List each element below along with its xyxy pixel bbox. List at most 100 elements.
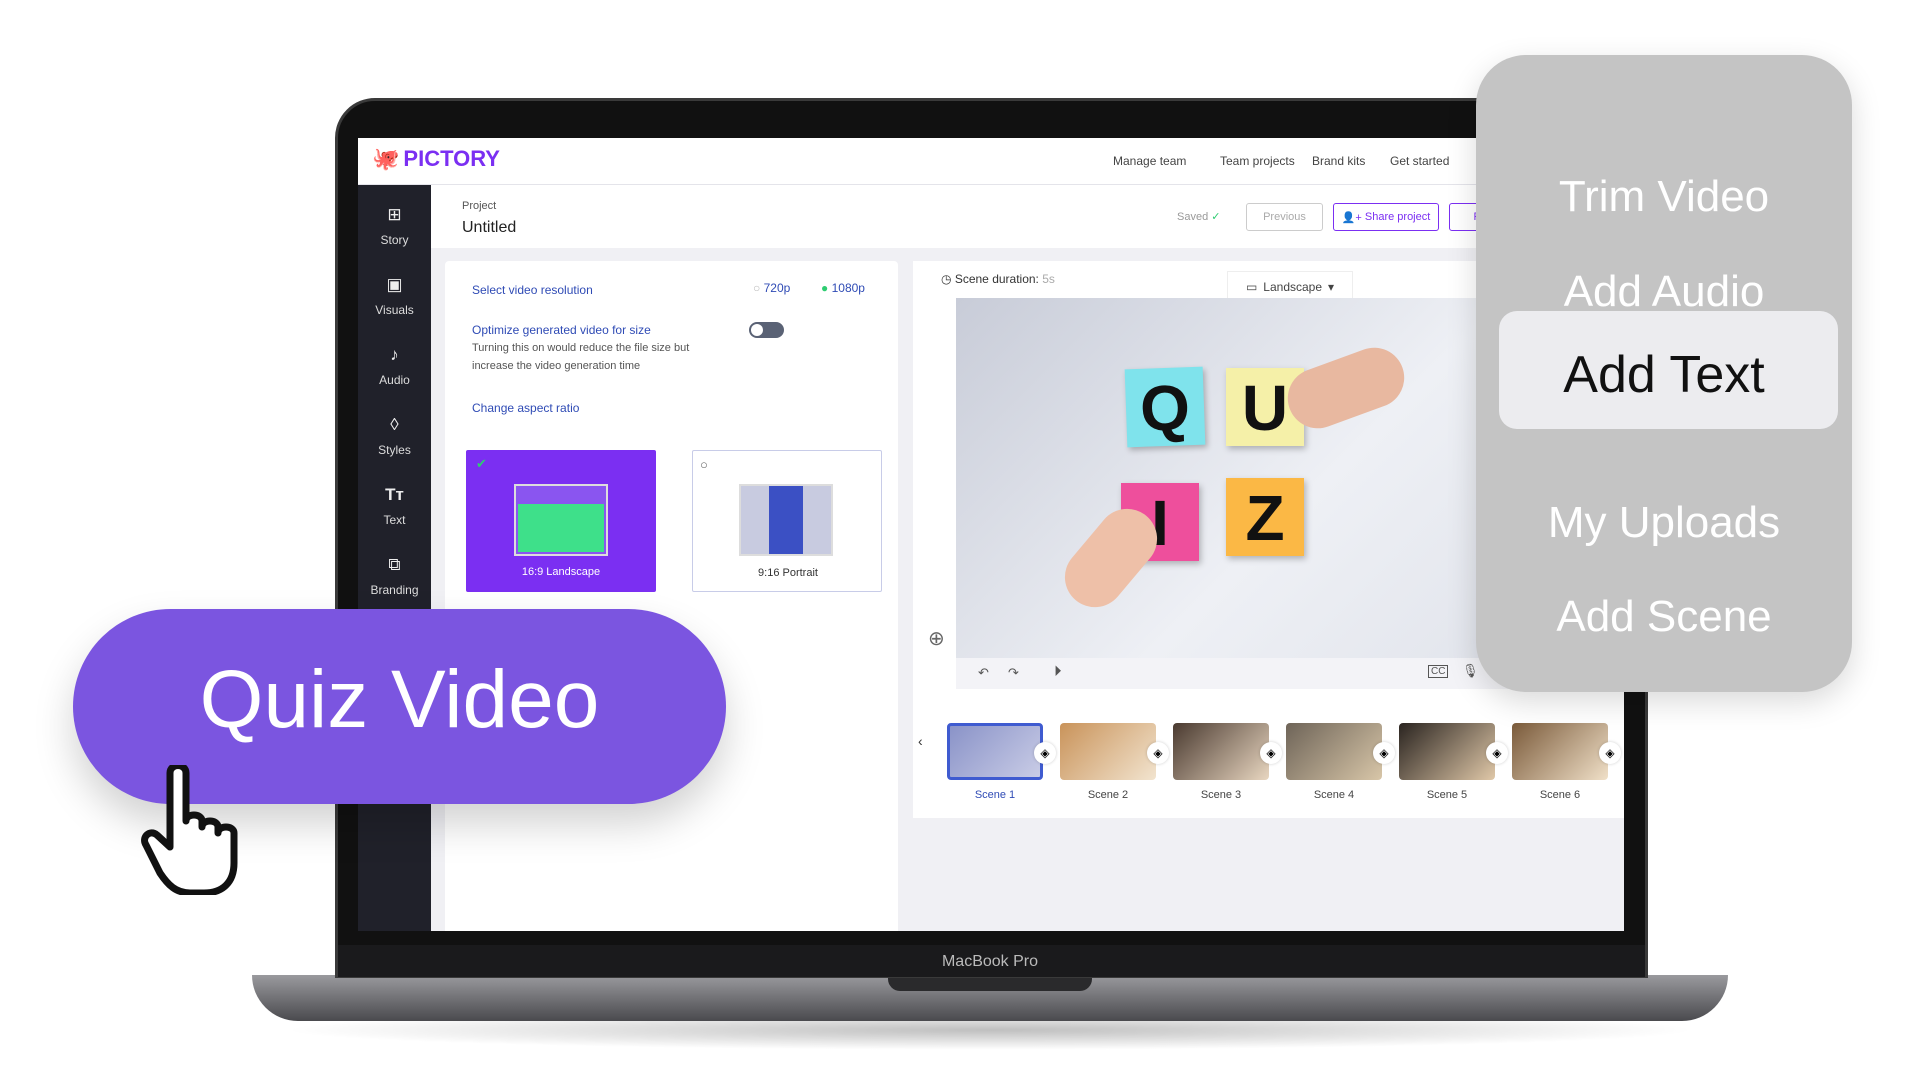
- duration-value[interactable]: 5s: [1042, 272, 1055, 286]
- optimize-label: Optimize generated video for size: [472, 323, 651, 337]
- aspect-label: 16:9 Landscape: [521, 566, 601, 578]
- scene-label: Scene 2: [1087, 789, 1129, 801]
- aspect-portrait-option[interactable]: ○ 9:16 Portrait: [692, 450, 882, 592]
- scene-thumbnail[interactable]: [947, 723, 1043, 780]
- pictory-logo[interactable]: 🐙 PICTORY: [372, 146, 500, 172]
- portrait-illustration: [739, 484, 833, 556]
- device-label: MacBook Pro: [941, 953, 1039, 970]
- briefcase-icon: ⧉: [388, 555, 401, 574]
- nav-get-started[interactable]: Get started: [1390, 154, 1449, 168]
- orientation-value: Landscape: [1263, 280, 1323, 294]
- scene-label: Scene 4: [1313, 789, 1355, 801]
- grid-icon: ⊞: [387, 205, 402, 224]
- text-icon: Tт: [385, 485, 404, 504]
- res-label: 720p: [763, 281, 791, 295]
- screen-icon: ▭: [1245, 280, 1258, 294]
- add-scene-plus-icon[interactable]: ⊕: [928, 626, 945, 651]
- transition-layers-icon[interactable]: ◈: [1486, 742, 1508, 764]
- menu-item-my-uploads[interactable]: My Uploads: [1476, 498, 1852, 548]
- hand-cursor-icon: [141, 765, 238, 895]
- music-icon: ♪: [390, 345, 399, 364]
- sidebar-label: Styles: [378, 443, 411, 457]
- sidebar-label: Visuals: [375, 303, 414, 317]
- transition-layers-icon[interactable]: ◈: [1034, 742, 1056, 764]
- transition-layers-icon[interactable]: ◈: [1260, 742, 1282, 764]
- optimize-description: Turning this on would reduce the file si…: [472, 342, 690, 372]
- menu-item-trim-video[interactable]: Trim Video: [1476, 172, 1852, 222]
- microphone-icon[interactable]: 🎙: [1462, 663, 1479, 679]
- scene-thumbnail[interactable]: [1512, 723, 1608, 780]
- transition-layers-icon[interactable]: ◈: [1599, 742, 1621, 764]
- redo-icon[interactable]: ↷: [1008, 665, 1019, 681]
- change-aspect-label[interactable]: Change aspect ratio: [472, 401, 579, 415]
- duration-label: Scene duration:: [954, 272, 1039, 286]
- check-icon: ✔: [476, 456, 487, 471]
- undo-icon[interactable]: ↶: [978, 665, 989, 681]
- scene-label: Scene 3: [1200, 789, 1242, 801]
- app-screen: 🐙 PICTORY Manage team Team projects Brand…: [358, 138, 1624, 931]
- radio-empty-icon: ○: [753, 281, 761, 295]
- sidebar-item-branding[interactable]: ⧉ Branding: [358, 555, 431, 597]
- check-circle-icon: ●: [821, 281, 829, 295]
- styles-icon: ◊: [390, 415, 399, 434]
- share-project-button[interactable]: 👤+ Share project: [1333, 203, 1439, 231]
- share-label: Share project: [1364, 211, 1431, 223]
- scroll-left-icon[interactable]: ‹: [918, 733, 923, 749]
- optimize-toggle[interactable]: [749, 322, 784, 338]
- scene-thumbnail[interactable]: [1060, 723, 1156, 780]
- sidebar-label: Story: [380, 233, 409, 247]
- sidebar-label: Branding: [370, 583, 419, 597]
- saved-text: Saved: [1177, 211, 1209, 223]
- menu-item-add-audio[interactable]: Add Audio: [1476, 267, 1852, 317]
- radio-empty-icon: ○: [700, 457, 708, 472]
- letter-tile: Q: [1124, 366, 1206, 448]
- sidebar-item-audio[interactable]: ♪ Audio: [358, 345, 431, 387]
- saved-status: Saved ✓: [1177, 210, 1220, 223]
- project-header: Project Untitled Saved ✓ Previous 👤+ Sha…: [431, 185, 1624, 248]
- caret-down-icon: ▾: [1328, 280, 1335, 294]
- landscape-illustration: [514, 484, 608, 556]
- radio-720p[interactable]: ○ 720p: [753, 281, 790, 295]
- play-icon[interactable]: ⏵: [1054, 663, 1062, 680]
- callout-text: Quiz Video: [199, 654, 600, 745]
- sidebar: ⊞ Story ▣ Visuals ♪ Audio ◊ Styles Tт Text ⧉ B…: [358, 185, 431, 931]
- nav-manage-team[interactable]: Manage team: [1113, 154, 1186, 168]
- octopus-icon: 🐙: [372, 146, 400, 171]
- aspect-landscape-option[interactable]: ✔ 16:9 Landscape: [466, 450, 656, 592]
- logo-text: PICTORY: [403, 146, 500, 171]
- menu-item-add-scene[interactable]: Add Scene: [1476, 592, 1852, 642]
- resolution-label: Select video resolution: [472, 283, 593, 297]
- user-plus-icon: 👤+: [1341, 211, 1362, 224]
- scene-thumbnail[interactable]: [1399, 723, 1495, 780]
- scene-label: Scene 6: [1539, 789, 1581, 801]
- sidebar-item-story[interactable]: ⊞ Story: [358, 205, 431, 247]
- sidebar-label: Text: [383, 513, 406, 527]
- transition-layers-icon[interactable]: ◈: [1147, 742, 1169, 764]
- hand-image: [1279, 339, 1413, 437]
- sidebar-item-styles[interactable]: ◊ Styles: [358, 415, 431, 457]
- scene-label: Scene 1: [974, 789, 1016, 801]
- res-label: 1080p: [831, 281, 865, 295]
- sidebar-item-text[interactable]: Tт Text: [358, 485, 431, 527]
- captions-icon[interactable]: CC: [1428, 665, 1449, 678]
- scene-thumbnail[interactable]: [1286, 723, 1382, 780]
- menu-item-add-text[interactable]: Add Text: [1476, 345, 1852, 405]
- sidebar-item-visuals[interactable]: ▣ Visuals: [358, 275, 431, 317]
- image-icon: ▣: [386, 275, 403, 294]
- scene-thumbnail[interactable]: [1173, 723, 1269, 780]
- floating-action-menu: Trim Video Add Audio Add Text My Uploads…: [1476, 55, 1852, 692]
- scene-label: Scene 5: [1426, 789, 1468, 801]
- scene-duration: ◷ Scene duration: 5s: [941, 272, 1055, 286]
- nav-brand-kits[interactable]: Brand kits: [1312, 154, 1365, 168]
- aspect-label: 9:16 Portrait: [758, 567, 818, 579]
- project-label: Project: [462, 200, 497, 212]
- letter-tile: Z: [1226, 478, 1304, 556]
- previous-button[interactable]: Previous: [1246, 203, 1323, 231]
- nav-team-projects[interactable]: Team projects: [1220, 154, 1295, 168]
- video-settings-panel: Select video resolution ○ 720p ● 1080p O…: [445, 261, 898, 931]
- transition-layers-icon[interactable]: ◈: [1373, 742, 1395, 764]
- sidebar-label: Audio: [379, 373, 410, 387]
- project-title[interactable]: Untitled: [462, 219, 516, 237]
- top-bar: 🐙 PICTORY Manage team Team projects Brand…: [358, 138, 1624, 185]
- radio-1080p[interactable]: ● 1080p: [821, 281, 865, 295]
